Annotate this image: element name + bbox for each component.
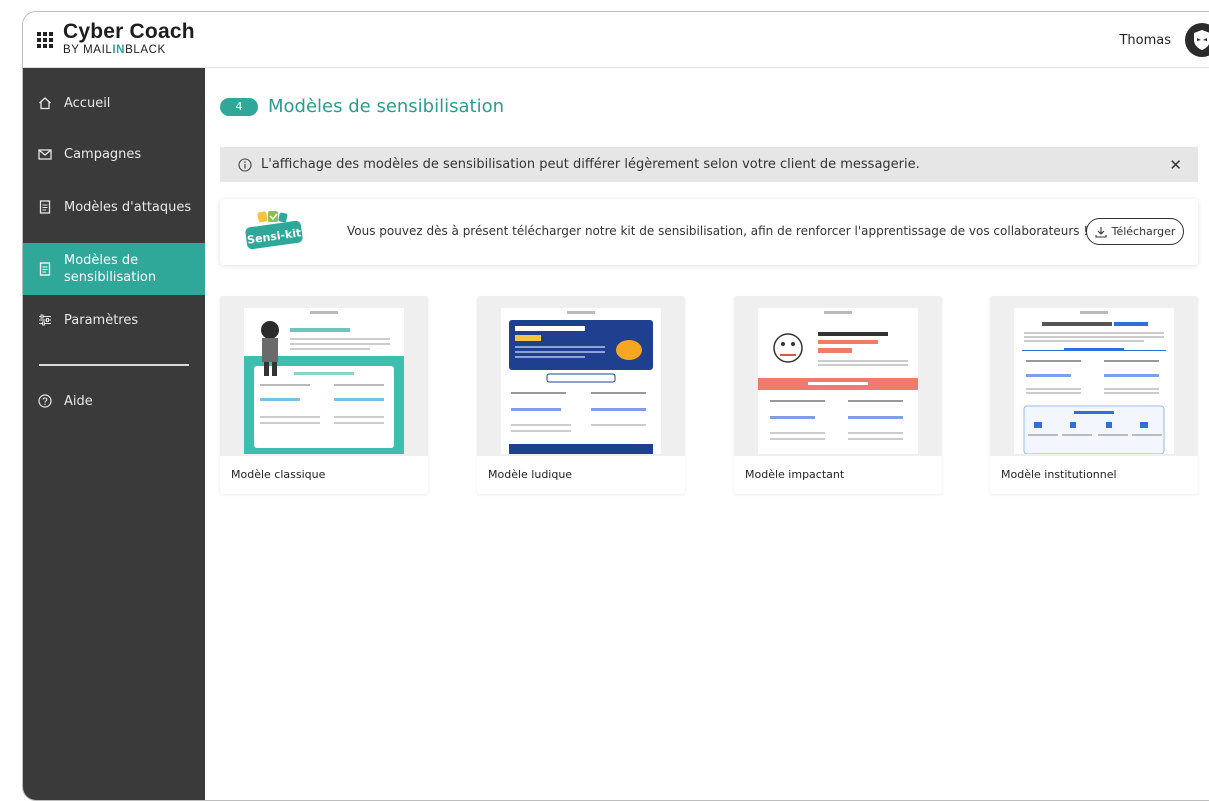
sidebar-item-label: Paramètres	[64, 312, 139, 328]
download-label: Télécharger	[1111, 225, 1176, 238]
page-header: 4 Modèles de sensibilisation	[220, 96, 504, 117]
download-button[interactable]: Télécharger	[1086, 218, 1184, 245]
kit-message: Vous pouvez dès à présent télécharger no…	[347, 224, 1089, 238]
template-card-label: Modèle impactant	[745, 468, 845, 481]
sidebar-item-label: Accueil	[64, 95, 111, 111]
template-card-ludique[interactable]: Modèle ludique	[477, 296, 685, 494]
sensi-kit-banner: Sensi-kit Vous pouvez dès à présent télé…	[220, 199, 1198, 265]
close-icon[interactable]: ✕	[1169, 156, 1182, 174]
template-card-label: Modèle ludique	[488, 468, 573, 481]
download-icon	[1095, 226, 1107, 238]
sidebar-item-campagnes[interactable]: Campagnes	[23, 141, 205, 167]
brand-subtitle: BY MAILINBLACK	[63, 44, 166, 56]
brand-title: Cyber Coach	[63, 20, 195, 43]
template-card-classique[interactable]: Modèle classique	[220, 296, 428, 494]
template-thumbnail	[758, 308, 918, 454]
info-icon	[238, 157, 252, 172]
sidebar-divider	[39, 364, 189, 366]
sidebar-item-modeles-attaques[interactable]: Modèles d'attaques	[23, 194, 205, 220]
template-card-impactant[interactable]: Modèle impactant	[734, 296, 942, 494]
template-card-institutionnel[interactable]: Modèle institutionnel	[990, 296, 1198, 494]
template-thumbnail	[501, 308, 661, 454]
sliders-icon	[39, 314, 51, 326]
template-card-label: Modèle institutionnel	[1001, 468, 1117, 481]
top-bar: Cyber Coach BY MAILINBLACK Thomas	[23, 12, 1209, 68]
templates-grid: Modèle classique Modèle ludique Modèle i…	[220, 296, 1198, 494]
info-message: L'affichage des modèles de sensibilisati…	[261, 157, 920, 172]
info-banner: L'affichage des modèles de sensibilisati…	[220, 147, 1198, 182]
sidebar-item-label: Modèles d'attaques	[64, 199, 192, 215]
document-icon	[39, 200, 51, 214]
sensi-kit-logo: Sensi-kit	[245, 211, 303, 250]
count-badge: 4	[220, 97, 258, 116]
sidebar: Accueil Campagnes Modèles d'attaques Mod…	[23, 68, 205, 800]
sidebar-item-modeles-sensibilisation[interactable]: Modèles de sensibilisation	[23, 243, 205, 295]
user-name[interactable]: Thomas	[1119, 33, 1171, 48]
help-icon	[38, 394, 52, 408]
sidebar-item-aide[interactable]: Aide	[23, 388, 205, 414]
sidebar-item-label: Modèles de sensibilisation	[64, 253, 157, 285]
mail-icon	[38, 149, 52, 160]
home-icon	[39, 97, 51, 110]
sidebar-item-label: Campagnes	[64, 146, 142, 162]
main-content: 4 Modèles de sensibilisation L'affichage…	[205, 68, 1209, 800]
template-card-label: Modèle classique	[231, 468, 326, 481]
apps-grid-icon[interactable]	[37, 32, 53, 48]
sidebar-item-label: Aide	[64, 393, 93, 409]
sidebar-item-accueil[interactable]: Accueil	[23, 90, 205, 116]
sidebar-item-parametres[interactable]: Paramètres	[23, 307, 205, 333]
document-icon	[39, 262, 51, 276]
template-thumbnail	[244, 308, 404, 454]
template-thumbnail	[1014, 308, 1174, 455]
app-window: Cyber Coach BY MAILINBLACK Thomas Accuei…	[22, 11, 1209, 801]
page-title: Modèles de sensibilisation	[268, 96, 504, 117]
user-avatar-shield-icon[interactable]	[1185, 23, 1209, 57]
brand-logo[interactable]: Cyber Coach BY MAILINBLACK	[63, 20, 195, 56]
